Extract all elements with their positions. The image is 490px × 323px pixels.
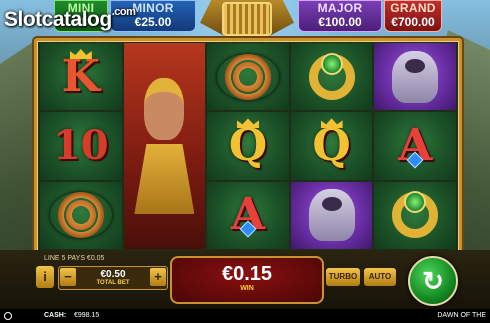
symbol-condor bbox=[374, 43, 456, 111]
line-pays-text: LINE 5 PAYS €0.05 bbox=[44, 255, 105, 262]
snake-icon bbox=[49, 192, 112, 239]
spin-button[interactable]: ↻ bbox=[408, 256, 458, 306]
emerald-ring-icon bbox=[392, 192, 439, 239]
symbol-queen-wild-stacked bbox=[123, 43, 206, 249]
total-bet-value: €0.50 bbox=[100, 269, 126, 280]
jackpot-grand-label: GRAND bbox=[390, 1, 436, 15]
condor-icon bbox=[392, 50, 439, 103]
cash-label: CASH: bbox=[44, 312, 67, 319]
win-value: €0.15 bbox=[221, 263, 273, 285]
symbol-snake bbox=[40, 181, 122, 249]
condor-icon bbox=[308, 189, 355, 242]
mask-face-icon bbox=[222, 2, 272, 36]
bet-selector: − €0.50 TOTAL BET + bbox=[58, 266, 168, 290]
symbol-k: K bbox=[40, 43, 122, 111]
total-bet-label: TOTAL BET bbox=[96, 280, 130, 286]
bet-decrease-button[interactable]: − bbox=[60, 268, 76, 286]
info-button[interactable]: i bbox=[36, 266, 54, 288]
symbol-q: Q bbox=[290, 112, 373, 180]
symbol-q-letter: Q bbox=[228, 119, 268, 171]
queen-body-icon bbox=[134, 144, 195, 214]
symbol-ring bbox=[290, 43, 373, 111]
reel-grid: K 10 Q Q A A bbox=[40, 43, 456, 249]
reel-frame: K 10 Q Q A A bbox=[34, 38, 462, 254]
jackpot-major-label: MAJOR bbox=[317, 1, 363, 15]
jackpot-grand-value: €700.00 bbox=[391, 15, 435, 29]
symbol-condor bbox=[290, 181, 373, 249]
turbo-button[interactable]: TURBO bbox=[326, 268, 360, 286]
watermark-dot: .com bbox=[111, 6, 136, 18]
watermark-text: Slotcatalog bbox=[4, 8, 112, 31]
symbol-k-letter: K bbox=[61, 50, 100, 102]
symbol-ten: 10 bbox=[40, 112, 122, 180]
status-bar: CASH: €998.15 DAWN OF THE bbox=[0, 309, 490, 323]
jackpot-grand: GRAND €700.00 bbox=[384, 0, 442, 32]
symbol-a: A bbox=[207, 181, 289, 249]
symbol-q-letter: Q bbox=[312, 119, 351, 171]
auto-button[interactable]: AUTO bbox=[364, 268, 396, 286]
win-display: €0.15 WIN bbox=[170, 256, 324, 304]
jackpot-major-value: €100.00 bbox=[318, 15, 362, 29]
bet-increase-button[interactable]: + bbox=[150, 268, 166, 286]
queen-head-icon bbox=[144, 78, 185, 140]
symbol-snake bbox=[207, 43, 289, 111]
spin-arrows-icon: ↻ bbox=[422, 265, 444, 296]
emerald-ring-icon bbox=[308, 53, 355, 100]
symbol-ten-text: 10 bbox=[52, 121, 109, 169]
symbol-q: Q bbox=[207, 112, 289, 180]
settings-icon[interactable] bbox=[4, 312, 12, 320]
snake-icon bbox=[216, 53, 279, 100]
cash-value: €998.15 bbox=[74, 312, 100, 319]
watermark: Slotcatalog.com bbox=[4, 6, 136, 32]
win-label: WIN bbox=[240, 285, 254, 292]
symbol-a: A bbox=[374, 112, 456, 180]
symbol-ring bbox=[374, 181, 456, 249]
jackpot-major: MAJOR €100.00 bbox=[298, 0, 382, 32]
game-name: DAWN OF THE bbox=[437, 312, 486, 319]
